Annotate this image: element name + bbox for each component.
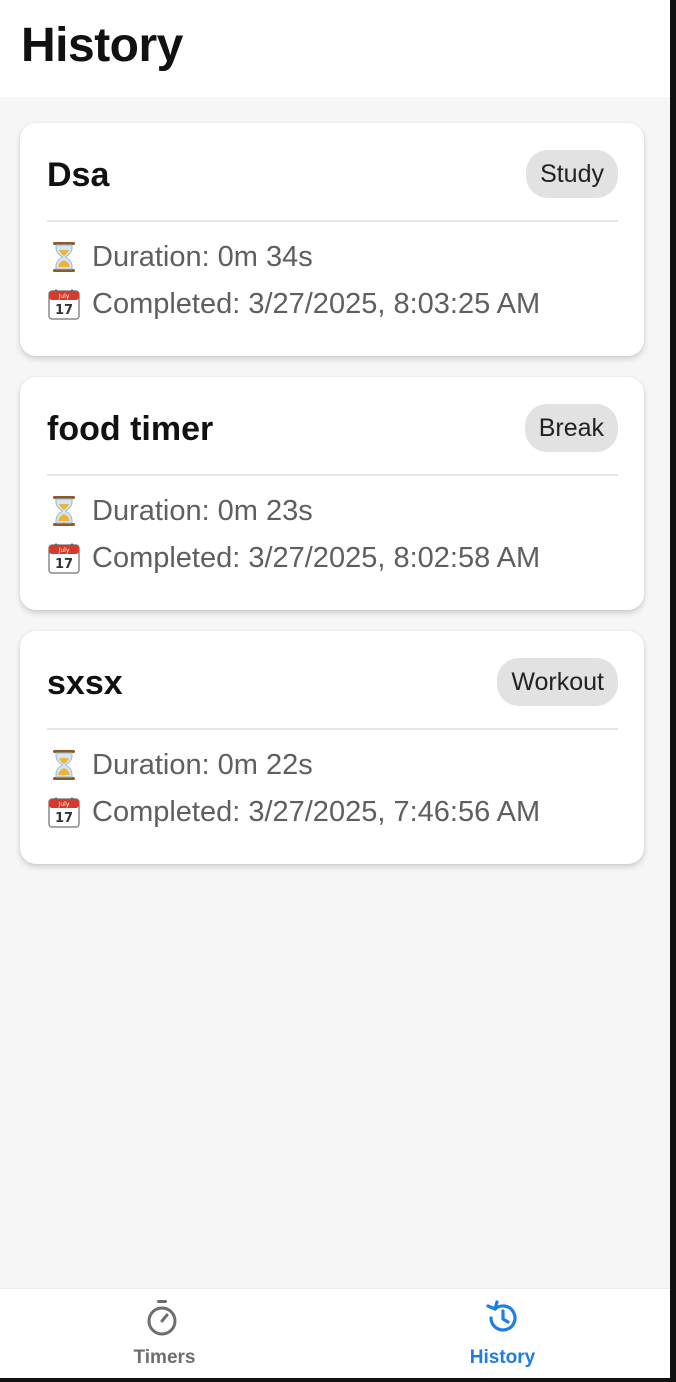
stopwatch-icon bbox=[144, 1299, 180, 1342]
category-badge: Break bbox=[524, 404, 618, 452]
tab-timers[interactable]: Timers bbox=[0, 1289, 335, 1378]
svg-text:July: July bbox=[58, 547, 70, 554]
divider bbox=[47, 474, 618, 476]
completed-row: July 17 Completed: 3/27/2025, 7:46:56 AM bbox=[47, 794, 540, 830]
history-icon bbox=[484, 1299, 522, 1342]
history-card[interactable]: food timer Break Duration: 0m 23s July 1… bbox=[20, 377, 644, 610]
duration-row: Duration: 0m 23s bbox=[47, 493, 313, 529]
calendar-icon: July 17 bbox=[47, 287, 81, 321]
duration-value: 0m 34s bbox=[217, 241, 313, 273]
duration-value: 0m 22s bbox=[217, 749, 313, 781]
svg-text:July: July bbox=[58, 293, 70, 300]
completed-value: 3/27/2025, 7:46:56 AM bbox=[248, 796, 541, 828]
completed-label: Completed: bbox=[92, 542, 241, 574]
completed-row: July 17 Completed: 3/27/2025, 8:02:58 AM bbox=[47, 540, 540, 576]
completed-value: 3/27/2025, 8:02:58 AM bbox=[248, 542, 541, 574]
timer-name: sxsx bbox=[47, 664, 123, 702]
duration-label: Duration: bbox=[92, 495, 210, 527]
duration-row: Duration: 0m 34s bbox=[47, 239, 313, 275]
completed-row: July 17 Completed: 3/27/2025, 8:03:25 AM bbox=[47, 286, 540, 322]
page-title: History bbox=[21, 19, 183, 72]
tab-label: History bbox=[469, 1347, 536, 1368]
calendar-icon: July 17 bbox=[47, 795, 81, 829]
completed-value: 3/27/2025, 8:03:25 AM bbox=[248, 288, 541, 320]
hourglass-icon bbox=[47, 240, 81, 274]
completed-label: Completed: bbox=[92, 796, 241, 828]
timer-name: Dsa bbox=[47, 156, 110, 194]
completed-label: Completed: bbox=[92, 288, 241, 320]
hourglass-icon bbox=[47, 494, 81, 528]
category-badge: Workout bbox=[497, 658, 618, 706]
timer-name: food timer bbox=[47, 410, 214, 448]
hourglass-icon bbox=[47, 748, 81, 782]
history-list: Dsa Study Duration: 0m 34s July 17 Compl… bbox=[20, 123, 644, 885]
tab-label: Timers bbox=[133, 1347, 196, 1368]
divider bbox=[47, 728, 618, 730]
svg-text:17: 17 bbox=[55, 811, 73, 826]
history-card[interactable]: Dsa Study Duration: 0m 34s July 17 Compl… bbox=[20, 123, 644, 356]
duration-value: 0m 23s bbox=[217, 495, 313, 527]
duration-label: Duration: bbox=[92, 241, 210, 273]
duration-label: Duration: bbox=[92, 749, 210, 781]
duration-row: Duration: 0m 22s bbox=[47, 747, 313, 783]
app-screen: History Dsa Study Duration: 0m 34s July … bbox=[0, 0, 670, 1378]
header: History bbox=[0, 0, 670, 97]
tab-history[interactable]: History bbox=[335, 1289, 670, 1378]
svg-text:July: July bbox=[58, 801, 70, 808]
divider bbox=[47, 220, 618, 222]
calendar-icon: July 17 bbox=[47, 541, 81, 575]
history-card[interactable]: sxsx Workout Duration: 0m 22s July 17 Co… bbox=[20, 631, 644, 864]
svg-text:17: 17 bbox=[55, 303, 73, 318]
bottom-tab-bar: Timers History bbox=[0, 1288, 670, 1378]
svg-text:17: 17 bbox=[55, 557, 73, 572]
category-badge: Study bbox=[526, 150, 618, 198]
